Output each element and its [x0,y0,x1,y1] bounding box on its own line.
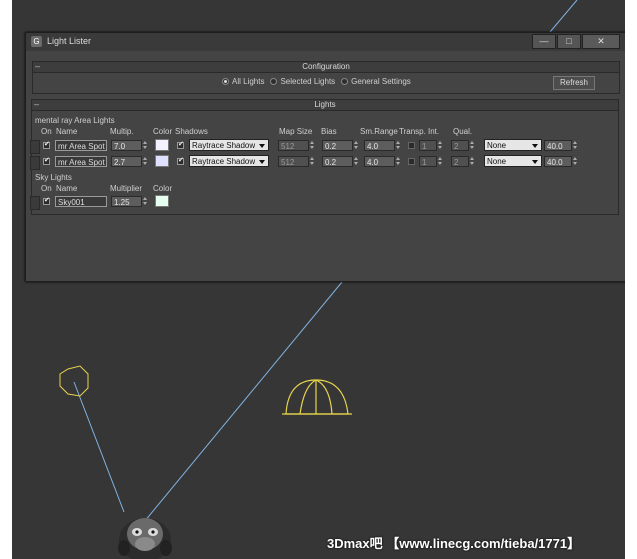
light-on-checkbox[interactable] [43,140,50,149]
col-on: On [41,127,52,136]
light-name-field[interactable]: mr Area Spot [55,156,107,167]
col-map-size: Map Size [279,127,313,136]
col-multiplier: Multiplier [110,184,143,193]
light-ray-left [73,381,125,513]
light-filter-radios: All Lights Selected Lights General Setti… [222,77,417,86]
app-icon: G [31,36,42,47]
configuration-rollout-header[interactable]: – Configuration [32,61,620,73]
decay-start-field[interactable]: 40.0 [544,156,572,167]
multiplier-spinner[interactable] [142,196,149,207]
col-color: Color [153,184,173,193]
transp-checkbox[interactable] [408,158,415,165]
int-field[interactable]: 1 [419,156,437,167]
multiplier-spinner[interactable] [142,140,149,151]
map-size-spinner[interactable] [309,156,316,167]
sm-range-spinner[interactable] [395,140,402,151]
col-shadows: Shadows [175,127,208,136]
multiplier-spinner[interactable] [142,156,149,167]
map-size-field[interactable]: 512 [278,140,309,151]
qual-field[interactable]: 2 [451,156,469,167]
close-button[interactable]: ✕ [582,34,620,49]
row-select-handle[interactable] [30,196,40,210]
col-int: Int. [428,127,440,136]
radio-selected-lights[interactable]: Selected Lights [270,77,335,86]
radio-unselected-icon [341,78,349,85]
map-size-spinner[interactable] [309,140,316,151]
area-lights-group-title: mental ray Area Lights [35,116,115,125]
configuration-title: Configuration [302,62,350,71]
col-bias: Bias [321,127,337,136]
sky-lights-group-title: Sky Lights [35,173,72,182]
map-size-field[interactable]: 512 [278,156,309,167]
refresh-button[interactable]: Refresh [553,76,595,90]
col-on: On [41,184,52,193]
qual-spinner[interactable] [469,156,476,167]
chevron-down-icon [532,160,538,164]
radio-general-settings[interactable]: General Settings [341,77,411,86]
col-sm-range: Sm.Range [360,127,398,136]
radio-all-lights[interactable]: All Lights [222,77,264,86]
light-ray-right [143,281,343,523]
col-transp: Transp. [399,127,426,136]
chevron-down-icon [259,144,265,148]
color-swatch[interactable] [155,155,169,167]
shadows-checkbox[interactable] [177,156,184,165]
viewport[interactable]: G Light Lister — □ ✕ – Configuration All… [12,0,625,559]
light-on-checkbox[interactable] [43,196,50,205]
light-on-checkbox[interactable] [43,156,50,165]
light-name-field[interactable]: Sky001 [55,196,107,207]
bias-spinner[interactable] [353,140,360,151]
col-color: Color [153,127,173,136]
int-spinner[interactable] [437,156,444,167]
multiplier-field[interactable]: 1.25 [111,196,142,207]
color-swatch[interactable] [155,195,169,207]
lights-title: Lights [314,100,336,109]
sm-range-spinner[interactable] [395,156,402,167]
col-qual: Qual. [453,127,473,136]
row-select-handle[interactable] [30,156,40,170]
window-title: Light Lister [47,36,92,46]
area-light-gizmo [282,379,352,415]
radio-selected-icon [222,78,229,85]
col-name: Name [56,127,78,136]
shadow-type-dropdown[interactable]: Raytrace Shadow [189,139,269,151]
light-name-field[interactable]: mr Area Spot [55,140,107,151]
decay-dropdown[interactable]: None [484,139,542,151]
sky-light-gizmo [59,365,89,397]
col-name: Name [56,184,78,193]
monkey-model [118,518,172,559]
decay-start-field[interactable]: 40.0 [544,140,572,151]
transp-checkbox[interactable] [408,142,415,149]
minimize-button[interactable]: — [532,34,556,49]
sm-range-field[interactable]: 4.0 [364,140,395,151]
qual-spinner[interactable] [469,140,476,151]
chevron-down-icon [259,160,265,164]
multiplier-field[interactable]: 2.7 [111,156,142,167]
bias-spinner[interactable] [353,156,360,167]
decay-start-spinner[interactable] [572,140,579,151]
sm-range-field[interactable]: 4.0 [364,156,395,167]
title-bar[interactable]: G Light Lister — □ ✕ [26,33,625,51]
watermark: 3Dmax吧 【www.linecg.com/tieba/1771】 [327,536,581,551]
shadows-checkbox[interactable] [177,140,184,149]
window-controls: — □ ✕ [531,34,620,49]
decay-start-spinner[interactable] [572,156,579,167]
lights-rollout-header[interactable]: – Lights [31,99,619,111]
chevron-down-icon [532,144,538,148]
maximize-button[interactable]: □ [557,34,581,49]
radio-unselected-icon [270,78,278,85]
bias-field[interactable]: 0.2 [322,140,353,151]
int-field[interactable]: 1 [419,140,437,151]
bias-field[interactable]: 0.2 [322,156,353,167]
int-spinner[interactable] [437,140,444,151]
color-swatch[interactable] [155,139,169,151]
multiplier-field[interactable]: 7.0 [111,140,142,151]
qual-field[interactable]: 2 [451,140,469,151]
decay-dropdown[interactable]: None [484,155,542,167]
shadow-type-dropdown[interactable]: Raytrace Shadow [189,155,269,167]
light-ray-top [549,0,578,33]
row-select-handle[interactable] [30,140,40,154]
col-multip: Multip. [110,127,134,136]
